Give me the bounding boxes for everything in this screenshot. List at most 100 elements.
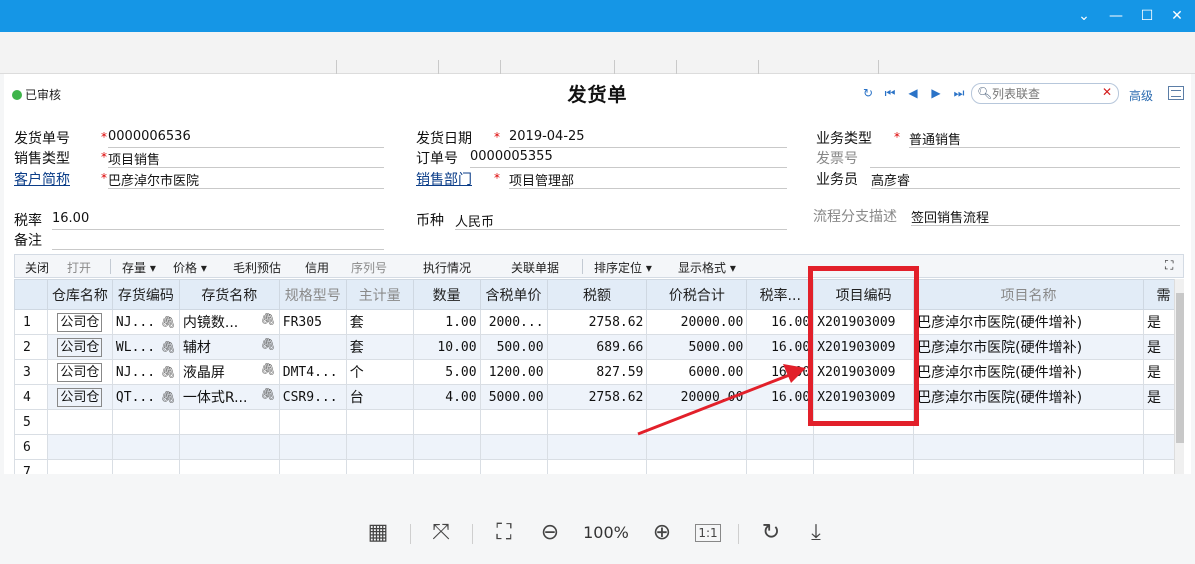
unit-cell[interactable]: 个 [345, 359, 414, 385]
attachment-icon[interactable]: 🖇︎ [161, 315, 176, 329]
price-cell[interactable]: 1200.00 [479, 359, 548, 385]
table-row[interactable]: 3 公司仓 🖇︎ NJ... 🖇︎ 液晶屏 DMT4... 个 5.00 1200.00 827.5… [14, 359, 1184, 385]
unit-cell[interactable]: 套 [345, 309, 414, 335]
empty-cell[interactable] [111, 459, 180, 474]
project-code-cell[interactable]: X201903009 [813, 359, 915, 385]
tax-cell[interactable]: 2758.62 [546, 309, 648, 335]
spec-cell[interactable] [278, 334, 347, 360]
empty-cell[interactable] [479, 434, 548, 460]
exec-status-button[interactable]: 执行情况 [423, 259, 471, 276]
total-cell[interactable]: 20000.00 [646, 384, 748, 410]
empty-cell[interactable] [813, 409, 915, 435]
customer-value[interactable]: 巴彦淖尔市医院 [108, 170, 384, 189]
salesman-value[interactable]: 高彦睿 [871, 170, 1180, 189]
empty-cell[interactable] [746, 434, 815, 460]
expand-icon[interactable]: ⛶ [1165, 258, 1173, 273]
table-row[interactable]: 2 公司仓 🖇︎ WL... 🖇︎ 辅材 套 10.00 500.00 689.66 5000.00… [14, 334, 1184, 360]
dept-value[interactable]: 项目管理部 [509, 170, 787, 189]
table-row[interactable]: 6 [14, 434, 1184, 460]
minimize-button[interactable]: — [1106, 6, 1126, 26]
project-name-cell[interactable]: 巴彦淖尔市医院(硬件增补) [913, 384, 1144, 410]
sort-dropdown[interactable]: 排序定位 ▾ [594, 259, 652, 276]
empty-cell[interactable] [178, 434, 280, 460]
col-item-name[interactable]: 存货名称 [178, 279, 280, 310]
vertical-scrollbar[interactable] [1174, 279, 1184, 474]
next-record-icon[interactable]: ▶ [928, 86, 944, 100]
attachment-icon[interactable]: 🖇︎ [261, 387, 276, 401]
search-box[interactable]: 🔍︎ ✕ [971, 83, 1119, 104]
project-code-cell[interactable]: X201903009 [813, 309, 915, 335]
table-row[interactable]: 7 [14, 459, 1184, 474]
empty-cell[interactable] [546, 459, 648, 474]
tax-rate-value[interactable]: 16.00 [52, 211, 384, 230]
item-code-cell[interactable]: 🖇︎ WL... [111, 334, 180, 360]
empty-cell[interactable] [111, 409, 180, 435]
total-cell[interactable]: 5000.00 [646, 334, 748, 360]
tax-cell[interactable]: 689.66 [546, 334, 648, 360]
col-item-code[interactable]: 存货编码 [111, 279, 180, 310]
open-button[interactable]: 打开 [67, 259, 91, 276]
spec-cell[interactable]: FR305 [278, 309, 347, 335]
col-unit[interactable]: 主计量 [345, 279, 414, 310]
project-name-cell[interactable]: 巴彦淖尔市医院(硬件增补) [913, 359, 1144, 385]
item-name-cell[interactable]: 🖇︎ 一体式R... [178, 384, 280, 410]
invoice-no-value[interactable] [870, 149, 1180, 168]
biz-type-value[interactable]: 普通销售 [909, 129, 1180, 148]
sale-type-value[interactable]: 项目销售 [108, 149, 384, 168]
empty-cell[interactable] [746, 409, 815, 435]
actual-size-frame-icon[interactable]: ⛶ [489, 518, 519, 548]
download-icon[interactable]: ⤓ [801, 518, 831, 548]
tax-cell[interactable]: 2758.62 [546, 384, 648, 410]
table-row[interactable]: 5 [14, 409, 1184, 435]
one-to-one-icon[interactable]: 1:1 [693, 518, 723, 548]
unit-cell[interactable]: 台 [345, 384, 414, 410]
advanced-link[interactable]: 高级 [1129, 87, 1153, 104]
prev-record-icon[interactable]: ◀ [905, 86, 921, 100]
attachment-icon[interactable]: 🖇︎ [161, 390, 176, 404]
empty-cell[interactable] [345, 409, 414, 435]
item-code-cell[interactable]: 🖇︎ QT... [111, 384, 180, 410]
warehouse-cell[interactable]: 公司仓 [46, 359, 113, 385]
project-code-cell[interactable]: X201903009 [813, 384, 915, 410]
price-dropdown[interactable]: 价格 ▾ [173, 259, 207, 276]
price-cell[interactable]: 500.00 [479, 334, 548, 360]
rate-cell[interactable]: 16.00 [746, 359, 815, 385]
rate-cell[interactable]: 16.00 [746, 334, 815, 360]
collapse-icon[interactable]: ⌄ [1074, 6, 1094, 26]
item-name-cell[interactable]: 🖇︎ 液晶屏 [178, 359, 280, 385]
zoom-in-icon[interactable]: ⊕ [647, 518, 677, 548]
col-price[interactable]: 含税单价 [479, 279, 548, 310]
attachment-icon[interactable]: 🖇︎ [161, 365, 176, 379]
attachment-icon[interactable]: 🖇︎ [161, 340, 176, 354]
empty-cell[interactable] [278, 409, 347, 435]
empty-cell[interactable] [646, 434, 748, 460]
margin-button[interactable]: 毛利预估 [233, 259, 281, 276]
qty-cell[interactable]: 4.00 [412, 384, 481, 410]
fit-window-icon[interactable]: ⤧ [426, 518, 456, 548]
empty-cell[interactable] [913, 459, 1144, 474]
empty-cell[interactable] [546, 409, 648, 435]
empty-cell[interactable] [913, 409, 1144, 435]
search-input[interactable] [992, 86, 1092, 101]
empty-cell[interactable] [46, 459, 113, 474]
empty-cell[interactable] [479, 459, 548, 474]
attachment-icon[interactable]: 🖇︎ [261, 362, 276, 376]
stock-dropdown[interactable]: 存量 ▾ [122, 259, 156, 276]
unit-cell[interactable]: 套 [345, 334, 414, 360]
doc-no-value[interactable]: 0000006536 [108, 129, 384, 148]
col-tax[interactable]: 税额 [546, 279, 648, 310]
empty-cell[interactable] [813, 459, 915, 474]
qty-cell[interactable]: 5.00 [412, 359, 481, 385]
refresh-icon[interactable]: ↻ [860, 86, 876, 100]
col-project-name[interactable]: 项目名称 [913, 279, 1144, 310]
item-name-cell[interactable]: 🖇︎ 内镜数... [178, 309, 280, 335]
empty-cell[interactable] [178, 409, 280, 435]
empty-cell[interactable] [345, 459, 414, 474]
empty-cell[interactable] [546, 434, 648, 460]
clear-icon[interactable]: ✕ [1102, 85, 1112, 99]
project-name-cell[interactable]: 巴彦淖尔市医院(硬件增补) [913, 334, 1144, 360]
attachment-icon[interactable]: 🖇︎ [261, 337, 276, 351]
qty-cell[interactable]: 10.00 [412, 334, 481, 360]
ship-date-value[interactable]: 2019-04-25 [509, 129, 787, 148]
first-record-icon[interactable]: ⏮ [882, 86, 898, 100]
